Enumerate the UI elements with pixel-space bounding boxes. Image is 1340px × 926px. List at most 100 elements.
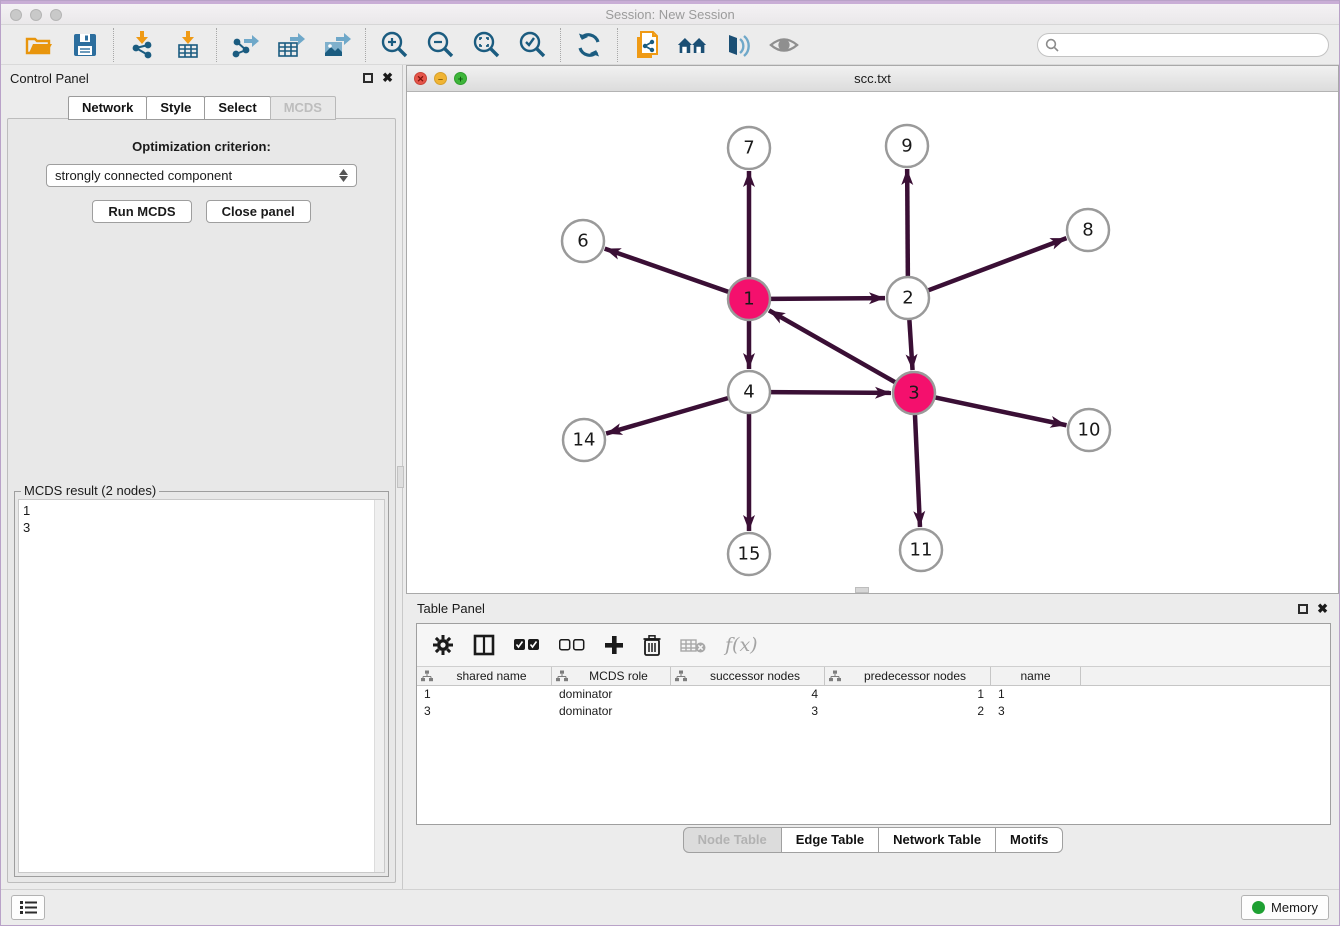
tab-network[interactable]: Network (68, 96, 147, 120)
zoom-window-button[interactable] (50, 9, 62, 21)
table-row[interactable]: 1dominator411 (417, 686, 1330, 703)
home-button[interactable] (677, 30, 707, 60)
float-panel-icon[interactable] (363, 73, 373, 83)
tab-select[interactable]: Select (204, 96, 270, 120)
close-panel-icon[interactable]: ✖ (382, 73, 393, 83)
graph-node-7[interactable]: 7 (728, 127, 770, 169)
graph-edge-3-11[interactable] (915, 414, 920, 527)
search-input[interactable] (1063, 36, 1321, 53)
tab-node-table[interactable]: Node Table (683, 827, 782, 853)
graph-edge-4-14[interactable] (606, 398, 729, 434)
unselect-all-columns-button[interactable] (559, 639, 585, 652)
table-cell: dominator (552, 703, 671, 720)
memory-button[interactable]: Memory (1241, 895, 1329, 920)
network-canvas[interactable]: 7 9 6 8 1 2 4 3 14 10 15 11 (407, 92, 1338, 593)
graph-node-14[interactable]: 14 (563, 419, 605, 461)
main-toolbar (1, 25, 1339, 65)
float-table-panel-icon[interactable] (1298, 604, 1308, 614)
canvas-splitter-handle[interactable] (855, 587, 869, 593)
criterion-select[interactable]: strongly connected component (46, 164, 357, 187)
apply-layout-button[interactable] (574, 30, 604, 60)
graph-node-11[interactable]: 11 (900, 529, 942, 571)
svg-text:15: 15 (738, 544, 761, 565)
graph-edge-2-3[interactable] (909, 319, 912, 370)
save-session-button[interactable] (70, 30, 100, 60)
column-header-name[interactable]: name (991, 667, 1081, 685)
zoom-in-button[interactable] (379, 30, 409, 60)
import-network-button[interactable] (127, 30, 157, 60)
search-icon (1045, 38, 1059, 52)
graph-node-10[interactable]: 10 (1068, 409, 1110, 451)
svg-text:6: 6 (577, 231, 588, 252)
graph-edge-4-3[interactable] (770, 392, 891, 393)
close-panel-button[interactable]: Close panel (206, 200, 311, 223)
graph-node-2[interactable]: 2 (887, 277, 929, 319)
network-close-button[interactable]: ✕ (414, 72, 427, 85)
window-controls[interactable] (10, 9, 62, 21)
show-eye-button[interactable] (769, 30, 799, 60)
run-mcds-button[interactable]: Run MCDS (92, 200, 191, 223)
column-header-mcds-role[interactable]: MCDS role (552, 667, 671, 685)
delete-column-button[interactable] (643, 635, 661, 656)
mcds-result-list[interactable]: 13 (18, 499, 385, 873)
tab-style[interactable]: Style (146, 96, 205, 120)
zoom-fit-button[interactable] (471, 30, 501, 60)
table-settings-button[interactable] (432, 634, 454, 656)
graph-node-9[interactable]: 9 (886, 125, 928, 167)
close-window-button[interactable] (10, 9, 22, 21)
network-minimize-button[interactable]: – (434, 72, 447, 85)
app-title-bar: Session: New Session (1, 4, 1339, 25)
graph-node-1[interactable]: 1 (728, 278, 770, 320)
open-session-button[interactable] (24, 30, 54, 60)
create-column-button[interactable] (604, 635, 624, 655)
graph-edge-3-10[interactable] (935, 397, 1067, 425)
result-scrollbar[interactable] (374, 500, 384, 872)
graph-edge-1-6[interactable] (605, 249, 729, 292)
graph-node-3[interactable]: 3 (893, 372, 935, 414)
graph-node-15[interactable]: 15 (728, 533, 770, 575)
graph-node-4[interactable]: 4 (728, 371, 770, 413)
zoom-selected-button[interactable] (517, 30, 547, 60)
column-header-successor-nodes[interactable]: successor nodes (671, 667, 825, 685)
status-bar: Memory (1, 889, 1339, 925)
graph-edge-3-1[interactable] (769, 310, 896, 382)
tab-network-table[interactable]: Network Table (878, 827, 996, 853)
select-all-columns-button[interactable] (514, 639, 540, 652)
zoom-out-button[interactable] (425, 30, 455, 60)
graph-node-8[interactable]: 8 (1067, 209, 1109, 251)
search-field[interactable] (1037, 33, 1329, 57)
network-graph[interactable]: 7 9 6 8 1 2 4 3 14 10 15 11 (407, 92, 1338, 593)
graph-edge-2-9[interactable] (907, 169, 908, 277)
task-history-button[interactable] (11, 895, 45, 920)
graph-edge-1-2[interactable] (770, 298, 885, 299)
open-in-cybrowser-button[interactable] (631, 30, 661, 60)
function-builder-button-disabled[interactable]: f(x) (725, 634, 758, 656)
table-toolbar: f(x) (417, 624, 1330, 666)
tab-mcds[interactable]: MCDS (270, 96, 336, 120)
node-table-container: f(x) shared nameMCDS rolesuccessor nodes… (416, 623, 1331, 825)
tab-motifs[interactable]: Motifs (995, 827, 1063, 853)
memory-status-icon (1252, 901, 1265, 914)
zoom-in-icon (379, 30, 409, 60)
network-maximize-button[interactable]: + (454, 72, 467, 85)
tab-edge-table[interactable]: Edge Table (781, 827, 879, 853)
show-columns-button[interactable] (473, 634, 495, 656)
panel-splitter-handle[interactable] (397, 466, 404, 488)
gear-icon (432, 634, 454, 656)
export-image-button[interactable] (322, 30, 352, 60)
column-header-shared-name[interactable]: shared name (417, 667, 552, 685)
hide-glasses-button[interactable] (723, 30, 753, 60)
column-header-predecessor-nodes[interactable]: predecessor nodes (825, 667, 991, 685)
table-row[interactable]: 3dominator323 (417, 703, 1330, 720)
export-table-button[interactable] (276, 30, 306, 60)
minimize-window-button[interactable] (30, 9, 42, 21)
svg-text:3: 3 (908, 383, 919, 404)
graph-node-6[interactable]: 6 (562, 220, 604, 262)
export-network-button[interactable] (230, 30, 260, 60)
delete-table-button-disabled[interactable] (680, 637, 706, 654)
graph-edge-2-8[interactable] (928, 238, 1067, 290)
network-window-titlebar[interactable]: ✕ – + scc.txt (407, 66, 1338, 92)
close-table-panel-icon[interactable]: ✖ (1317, 604, 1328, 614)
import-table-button[interactable] (173, 30, 203, 60)
zoom-out-icon (425, 30, 455, 60)
